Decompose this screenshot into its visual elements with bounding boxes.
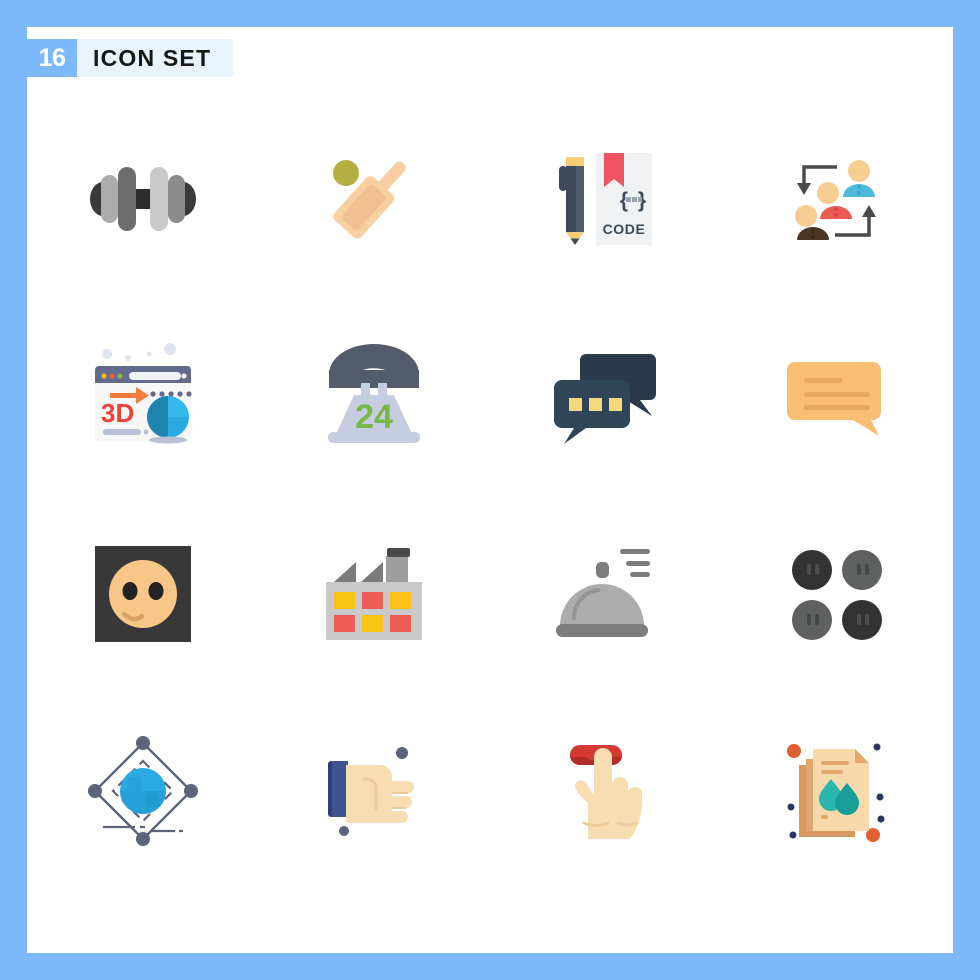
svg-text:CODE: CODE — [602, 221, 645, 237]
icon-cell-team-hierarchy[interactable] — [722, 100, 954, 298]
svg-text:24: 24 — [355, 398, 393, 436]
icon-cell-press-button[interactable] — [490, 693, 722, 891]
four-dots-icon — [777, 534, 897, 654]
food-cloche-icon — [546, 534, 666, 654]
factory-icon — [314, 534, 434, 654]
icon-cell-coding-book[interactable]: { } CODE — [490, 100, 722, 298]
water-documents-icon — [777, 731, 897, 851]
dumbbell-icon — [83, 139, 203, 259]
icon-cell-support-24-phone[interactable]: 24 — [259, 298, 491, 496]
network-globe-icon — [83, 731, 203, 851]
message-bubble-icon — [777, 336, 897, 456]
header-badge: 16 ICON SET — [27, 39, 234, 77]
smiley-face-icon — [83, 534, 203, 654]
icon-cell-network-globe[interactable] — [27, 693, 259, 891]
icon-cell-cricket-bat[interactable] — [259, 100, 491, 298]
icon-cell-hand-gesture[interactable] — [259, 693, 491, 891]
icon-cell-four-dots[interactable] — [722, 495, 954, 693]
press-button-icon — [546, 731, 666, 851]
support-24-phone-icon: 24 — [314, 336, 434, 456]
hand-gesture-icon — [314, 731, 434, 851]
icon-cell-water-documents[interactable] — [722, 693, 954, 891]
page-title: ICON SET — [77, 39, 234, 77]
icon-cell-dumbbell[interactable] — [27, 100, 259, 298]
icon-cell-smiley-face[interactable] — [27, 495, 259, 693]
three-d-web-icon: 3D — [83, 336, 203, 456]
icon-cell-factory[interactable] — [259, 495, 491, 693]
chat-bubbles-icon — [546, 336, 666, 456]
icon-grid: { } CODE — [27, 100, 953, 890]
team-hierarchy-icon — [777, 139, 897, 259]
svg-text:3D: 3D — [101, 398, 134, 428]
icon-set-page: 16 ICON SET {CODE 3D 24 — [0, 0, 980, 980]
coding-book-icon: { } CODE — [546, 139, 666, 259]
icon-count-badge: 16 — [27, 39, 77, 77]
cricket-bat-icon — [314, 139, 434, 259]
icon-cell-three-d-web[interactable]: 3D — [27, 298, 259, 496]
icon-cell-message-bubble[interactable] — [722, 298, 954, 496]
icon-cell-food-cloche[interactable] — [490, 495, 722, 693]
icon-cell-chat-bubbles[interactable] — [490, 298, 722, 496]
